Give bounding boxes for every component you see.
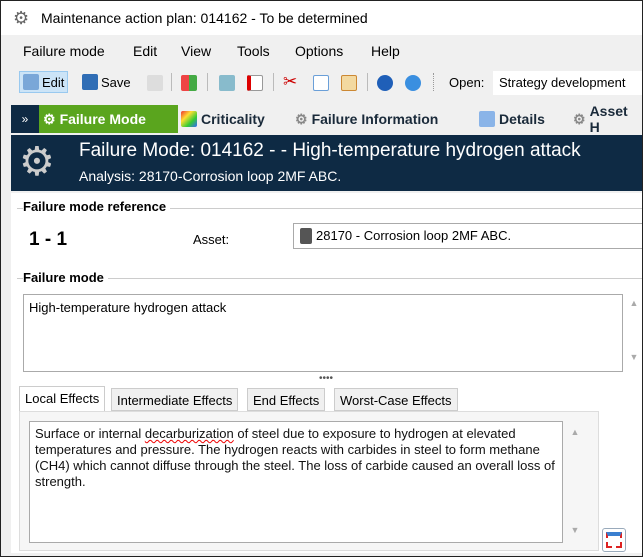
asset-field[interactable]: 28170 - Corrosion loop 2MF ABC.	[293, 223, 642, 249]
menu-bar: Failure mode Edit View Tools Options Hel…	[1, 39, 642, 63]
details-icon	[479, 111, 495, 127]
menu-failure-mode[interactable]: Failure mode	[23, 43, 105, 59]
criticality-icon	[181, 111, 197, 127]
cut-icon[interactable]: ✂	[283, 72, 297, 92]
tab-failure-information[interactable]: ⚙ Failure Information	[291, 105, 442, 133]
paste-icon[interactable]	[341, 75, 357, 91]
gear-icon: ⚙	[43, 110, 56, 127]
tab-end-effects[interactable]: End Effects	[247, 388, 326, 411]
attach-icon[interactable]	[219, 75, 235, 91]
tab-local-effects[interactable]: Local Effects	[19, 386, 106, 412]
gear-search-icon: ⚙	[19, 140, 55, 184]
asset-label: Asset:	[193, 232, 230, 247]
toolbar: Edit Save ✂ Open: Strategy development	[1, 67, 642, 97]
app-window: ⚙ Maintenance action plan: 014162 - To b…	[0, 0, 643, 557]
title-bar: ⚙ Maintenance action plan: 014162 - To b…	[1, 1, 642, 35]
reference-number: 1 - 1	[29, 229, 68, 250]
gear-error-icon: ⚙	[295, 110, 308, 127]
effects-panel: Surface or internal decarburization of s…	[19, 411, 599, 551]
splitter-handle[interactable]: ••••	[319, 373, 333, 384]
save-icon	[82, 74, 98, 90]
tab-criticality[interactable]: Criticality	[177, 105, 269, 133]
open-label: Open:	[449, 75, 485, 90]
effects-textarea[interactable]: Surface or internal decarburization of s…	[29, 421, 563, 543]
tab-asset[interactable]: ⚙ Asset H	[569, 103, 642, 135]
nav-tabs: » ⚙ Failure Mode Criticality ⚙ Failure Inf…	[11, 103, 642, 135]
tab-details[interactable]: Details	[475, 105, 549, 133]
windows-icon[interactable]	[181, 75, 197, 91]
edit-icon	[23, 74, 39, 90]
window-title: Maintenance action plan: 014162 - To be …	[41, 10, 368, 26]
gear-info-icon: ⚙	[573, 110, 586, 127]
app-gear-icon: ⚙	[13, 8, 30, 28]
misspelled-word: decarburization	[144, 426, 234, 441]
page-title: Failure Mode: 014162 - - High-temperatur…	[79, 140, 581, 161]
menu-help[interactable]: Help	[371, 43, 400, 59]
fullscreen-icon	[606, 532, 622, 548]
menu-tools[interactable]: Tools	[237, 43, 270, 59]
reference-group-title: Failure mode reference	[23, 199, 171, 214]
save-label: Save	[101, 74, 131, 90]
help-icon[interactable]	[377, 75, 393, 91]
save-button[interactable]: Save	[79, 71, 134, 93]
copy-icon[interactable]	[313, 75, 329, 91]
refresh-icon[interactable]	[147, 75, 163, 91]
expand-window-button[interactable]	[602, 528, 626, 552]
effects-scrollbar[interactable]: ▲ ▼	[566, 421, 584, 543]
tab-worst-case-effects[interactable]: Worst-Case Effects	[334, 388, 458, 411]
edit-label: Edit	[42, 74, 65, 90]
menu-view[interactable]: View	[181, 43, 211, 59]
document-icon[interactable]	[247, 75, 263, 91]
collapse-button[interactable]: »	[11, 105, 39, 133]
menu-edit[interactable]: Edit	[133, 43, 157, 59]
failure-mode-scrollbar[interactable]: ▲ ▼	[625, 294, 642, 372]
open-dropdown[interactable]: Strategy development	[493, 71, 642, 95]
menu-options[interactable]: Options	[295, 43, 343, 59]
page-subtitle: Analysis: 28170-Corrosion loop 2MF ABC.	[79, 168, 342, 184]
tab-failure-mode[interactable]: ⚙ Failure Mode	[39, 105, 178, 133]
info-icon[interactable]	[405, 75, 421, 91]
failure-mode-group-title: Failure mode	[23, 270, 108, 285]
edit-button[interactable]: Edit	[19, 71, 69, 93]
header-band: ⚙ Failure Mode: 014162 - - High-temperat…	[11, 135, 642, 191]
tab-intermediate-effects[interactable]: Intermediate Effects	[111, 388, 239, 411]
failure-mode-textarea[interactable]: High-temperature hydrogen attack	[23, 294, 623, 372]
asset-icon	[300, 228, 312, 244]
